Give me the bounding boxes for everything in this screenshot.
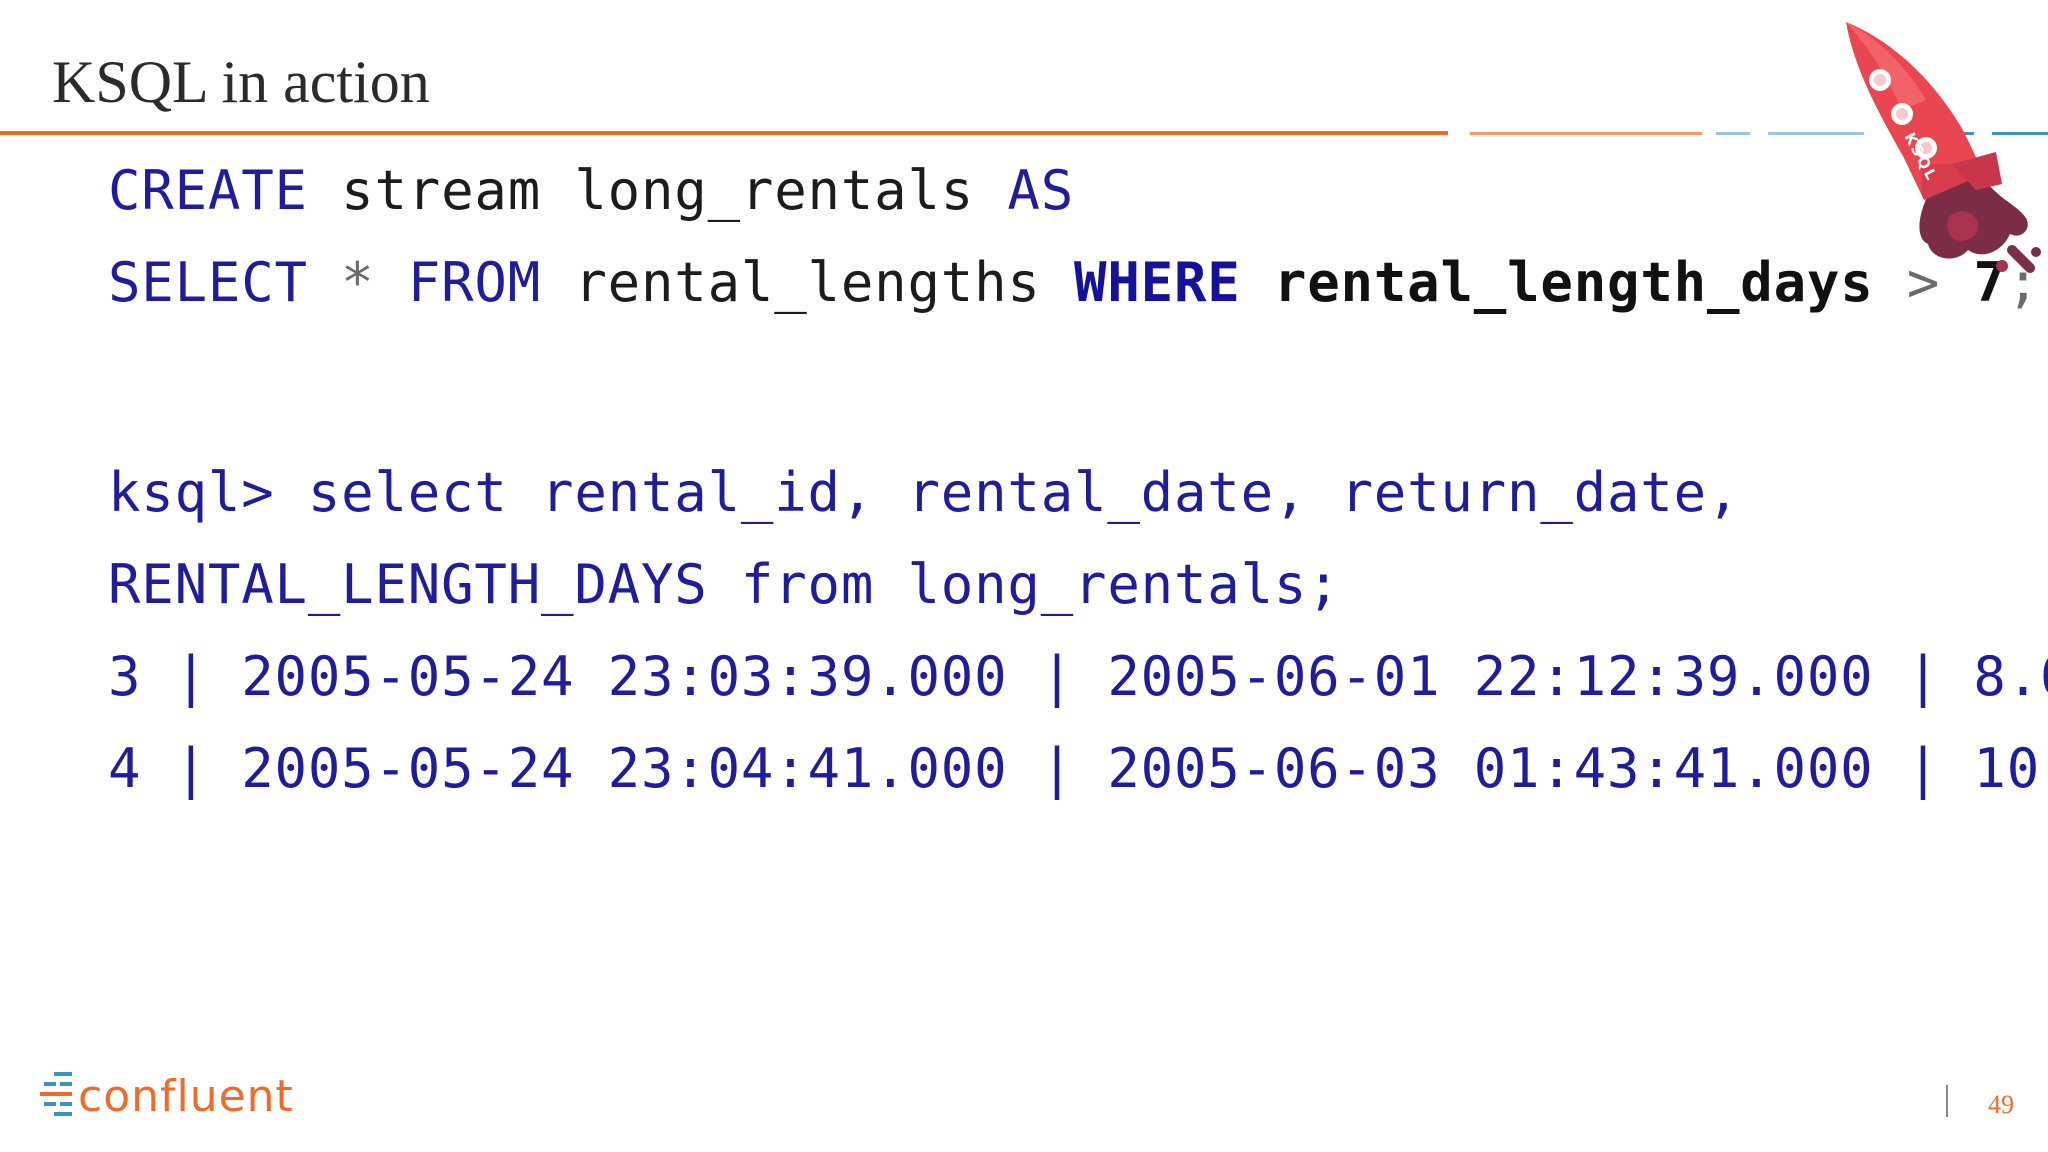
result-row: 4 | 2005-05-24 23:04:41.000 | 2005-06-03… (108, 737, 2048, 800)
keyword: CREATE (108, 159, 308, 222)
keyword: SELECT (108, 251, 308, 314)
page-number: 49 (1988, 1090, 2014, 1119)
rocket-icon: KSQL (1846, 22, 2041, 273)
operator: * (307, 251, 408, 314)
title-underline (0, 131, 1448, 135)
result-row: 3 | 2005-05-24 23:03:39.000 | 2005-06-01… (108, 645, 2048, 708)
code-text: rental_lengths (541, 251, 1075, 314)
title-underline-segment (1716, 132, 1750, 135)
code-line-3: ksql> select rental_id, rental_date, ret… (108, 461, 1741, 524)
keyword-highlight: WHERE (1074, 251, 1241, 314)
code-line-1: CREATE stream long_rentals AS (108, 164, 1074, 218)
keyword: AS (1007, 159, 1075, 222)
page-divider (1946, 1085, 1948, 1117)
title-underline-segment (1470, 132, 1702, 135)
code-text: stream long_rentals (307, 159, 1008, 222)
code-line-4: RENTAL_LENGTH_DAYS from long_rentals; (108, 553, 1341, 616)
logo-wordmark: confluent (78, 1071, 294, 1122)
code-line-2: SELECT * FROM rental_lengths WHERE renta… (108, 256, 2040, 310)
slide-title: KSQL in action (52, 49, 430, 115)
confluent-logo: confluent (40, 1070, 294, 1124)
highlighted-column: rental_length_days (1273, 251, 1874, 314)
slide: KSQL in action CREATE stream long_rental… (0, 0, 2048, 1152)
confluent-logo-icon (40, 1072, 72, 1116)
keyword: FROM (407, 251, 542, 314)
